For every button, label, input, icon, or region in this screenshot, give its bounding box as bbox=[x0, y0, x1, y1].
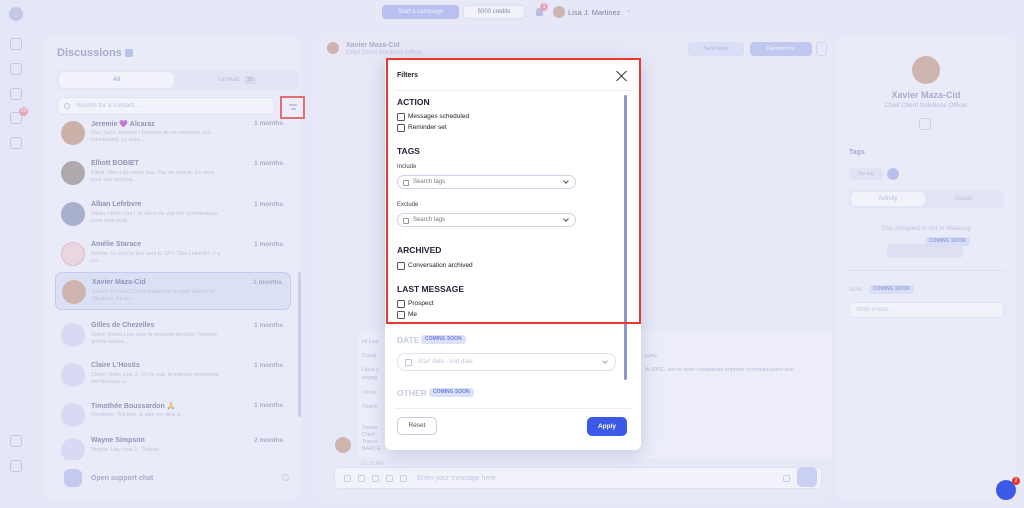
coming-soon-badge: COMING SOON bbox=[421, 335, 466, 344]
section-other: OTHER bbox=[397, 388, 427, 398]
section-date: DATE bbox=[397, 335, 420, 345]
apply-button[interactable]: Apply bbox=[587, 417, 627, 436]
date-range-select: Start date - end date bbox=[397, 353, 616, 371]
reset-button[interactable]: Reset bbox=[397, 417, 437, 435]
calendar-icon bbox=[405, 359, 412, 366]
coming-soon-badge: COMING SOON bbox=[429, 388, 474, 397]
date-placeholder: Start date - end date bbox=[418, 359, 473, 365]
divider bbox=[395, 408, 631, 409]
chevron-down-icon bbox=[602, 358, 608, 364]
highlight-annotation bbox=[386, 58, 641, 324]
chat-widget-badge: 2 bbox=[1012, 477, 1020, 485]
